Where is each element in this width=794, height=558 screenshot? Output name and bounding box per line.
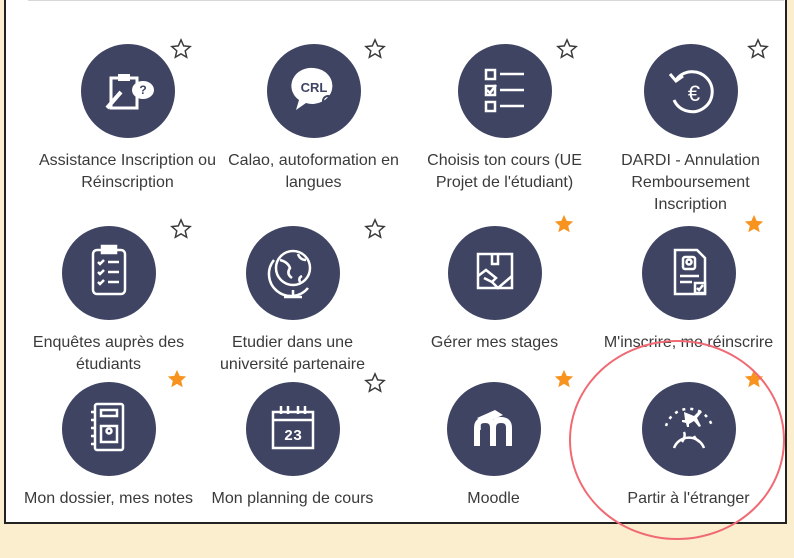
star-favorite-icon[interactable]: [743, 213, 765, 235]
tile-label: Moodle: [467, 490, 520, 507]
crl-chat-bubble-icon: CRL: [266, 44, 361, 138]
app-tile-mon-dossier[interactable]: Mon dossier, mes notes: [12, 382, 205, 558]
crl-text: CRL: [300, 80, 327, 95]
moodle-icon: [446, 382, 541, 476]
star-outline-icon[interactable]: [364, 372, 386, 394]
app-tile-etudier-universite-partenaire[interactable]: Etudier dans une université partenaire: [196, 226, 389, 402]
star-outline-icon[interactable]: [556, 38, 578, 60]
star-outline-icon[interactable]: [364, 38, 386, 60]
tile-label: Assistance Inscription ou Réinscription: [39, 152, 216, 191]
tile-label: Gérer mes stages: [430, 334, 559, 351]
globe-icon: [245, 226, 340, 320]
panel-top-divider: [28, 0, 784, 1]
tile-label: Etudier dans une université partenaire: [220, 334, 365, 373]
app-tile-mon-planning[interactable]: 23 Mon planning de cours: [196, 382, 389, 558]
registration-form-icon: [641, 226, 736, 320]
clipboard-question-icon: ?: [80, 44, 175, 138]
survey-clipboard-icon: [61, 226, 156, 320]
calendar-day-text: 23: [283, 428, 301, 445]
app-tile-choisis-ton-cours[interactable]: Choisis ton cours (UE Projet de l'étudia…: [408, 44, 601, 220]
tile-label: Mon planning de cours: [211, 490, 374, 507]
star-outline-icon[interactable]: [170, 218, 192, 240]
app-tile-dardi[interactable]: € DARDI - Annulation Remboursement Inscr…: [594, 44, 787, 220]
app-tile-assistance-inscription[interactable]: ? Assistance Inscription ou Réinscriptio…: [31, 44, 224, 220]
star-favorite-icon[interactable]: [553, 368, 575, 390]
star-outline-icon[interactable]: [170, 38, 192, 60]
star-favorite-icon[interactable]: [553, 213, 575, 235]
app-tile-moodle[interactable]: Moodle: [397, 382, 590, 558]
euro-refund-icon: €: [643, 44, 738, 138]
highlight-circle: [569, 340, 785, 540]
app-tile-calao[interactable]: CRL Calao, autoformation en langues: [217, 44, 410, 220]
star-outline-icon[interactable]: [364, 218, 386, 240]
svg-text:€: €: [687, 81, 699, 106]
star-favorite-icon[interactable]: [166, 368, 188, 390]
tile-label: Calao, autoformation en langues: [228, 152, 399, 191]
checklist-icon: [457, 44, 552, 138]
svg-text:?: ?: [139, 83, 146, 97]
star-outline-icon[interactable]: [747, 38, 769, 60]
tile-label: DARDI - Annulation Remboursement Inscrip…: [621, 152, 760, 213]
notebook-icon: [61, 382, 156, 476]
calendar-icon: 23: [245, 382, 340, 476]
tile-label: Choisis ton cours (UE Projet de l'étudia…: [427, 152, 582, 191]
handshake-box-icon: [447, 226, 542, 320]
tile-label: Mon dossier, mes notes: [24, 490, 193, 507]
